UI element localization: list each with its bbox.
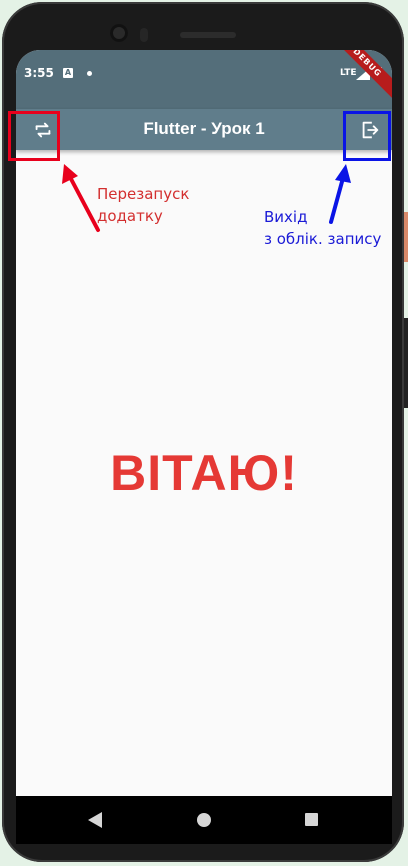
restart-annotation-line1: Перезапуск xyxy=(97,185,190,203)
annotation-arrows xyxy=(62,164,351,232)
logout-annotation: Вихід з облік. запису xyxy=(264,206,381,250)
restart-annotation-line2: додатку xyxy=(97,207,163,225)
logout-annotation-line2: з облік. запису xyxy=(264,230,382,248)
logout-arrowhead xyxy=(335,164,351,183)
restart-annotation: Перезапуск додатку xyxy=(97,183,189,227)
logout-annotation-line1: Вихід xyxy=(264,208,308,226)
restart-arrow xyxy=(68,175,100,232)
